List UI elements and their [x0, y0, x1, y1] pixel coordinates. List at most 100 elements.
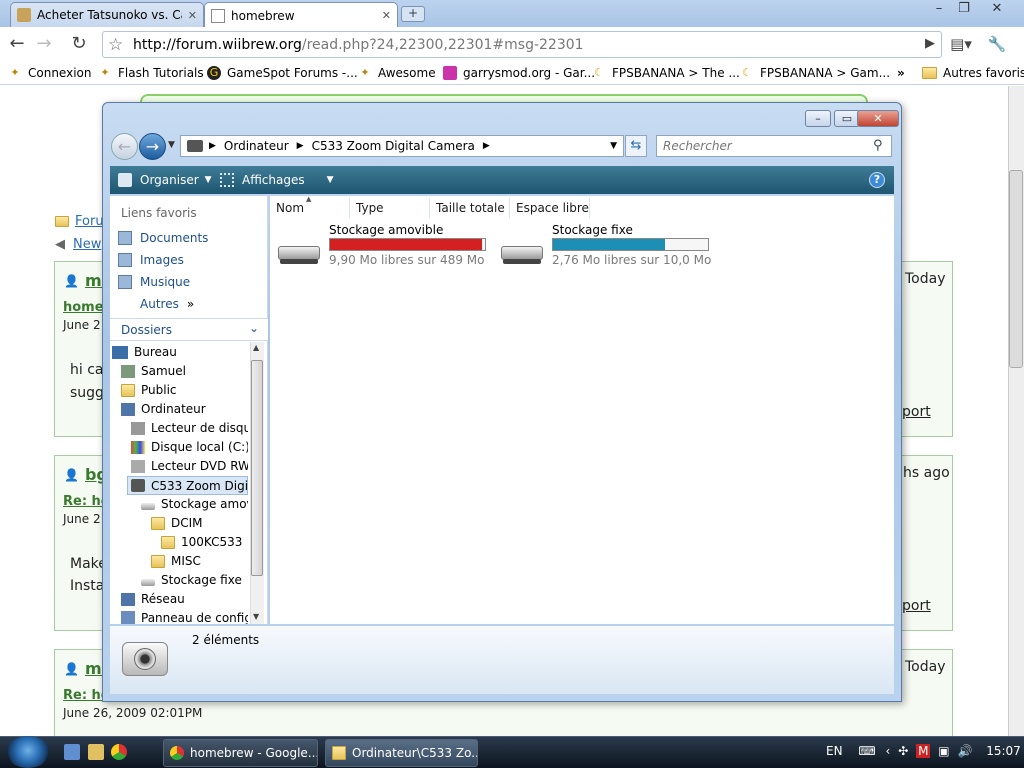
explorer-back-icon[interactable]: ←: [111, 133, 138, 160]
tree-scroll-thumb[interactable]: [251, 360, 263, 576]
help-icon[interactable]: ?: [869, 172, 885, 188]
tree-item-camera[interactable]: C533 Zoom Digital: [127, 476, 248, 495]
tree-item-misc[interactable]: MISC: [151, 554, 248, 568]
address-bar[interactable]: ☆ http://forum.wiibrew.org/read.php?24,2…: [102, 31, 942, 58]
tree-item-fixed[interactable]: Stockage fixe: [141, 573, 248, 587]
organize-button[interactable]: Organiser ▼: [118, 173, 212, 187]
address-dropdown-icon[interactable]: ▼: [610, 141, 617, 151]
favorite-images[interactable]: Images: [118, 253, 184, 267]
fixed-drive-icon[interactable]: [499, 242, 545, 266]
bookmark-item[interactable]: ✦ Connexion: [8, 66, 91, 80]
page-menu-icon[interactable]: ▤▾: [950, 34, 972, 56]
refresh-icon[interactable]: ⇆: [625, 135, 647, 157]
removable-drive-icon[interactable]: [276, 242, 322, 266]
page-scroll-thumb[interactable]: [1009, 170, 1023, 368]
other-bookmarks[interactable]: Autres favoris: [922, 66, 1024, 80]
tree-item-bureau[interactable]: Bureau: [112, 345, 248, 359]
dvd-drive-icon: [131, 459, 145, 473]
explorer-address-bar[interactable]: ▶ Ordinateur ▶ C533 Zoom Digital Camera …: [180, 135, 624, 157]
tree-item-control-panel[interactable]: Panneau de configu: [121, 611, 248, 624]
show-desktop-icon[interactable]: [64, 744, 80, 760]
column-header-type[interactable]: Type: [350, 198, 430, 218]
history-dropdown-icon[interactable]: ▼: [168, 140, 175, 150]
language-indicator[interactable]: EN: [826, 744, 843, 758]
volume-icon[interactable]: 🔊: [957, 744, 972, 758]
post-author[interactable]: 👤 mi: [64, 271, 107, 290]
tree-item-samuel[interactable]: Samuel: [121, 364, 248, 378]
minimize-icon[interactable]: –: [928, 2, 950, 18]
reload-icon[interactable]: ↻: [68, 34, 90, 56]
views-button[interactable]: Affichages ▼: [220, 173, 334, 187]
bookmark-item[interactable]: G GameSpot Forums -...: [207, 66, 358, 80]
post-author[interactable]: 👤 mi: [64, 659, 107, 678]
close-window-icon[interactable]: ✕: [986, 2, 1008, 18]
explorer-forward-icon[interactable]: →: [139, 133, 166, 160]
breadcrumb-camera[interactable]: C533 Zoom Digital Camera: [312, 139, 475, 153]
bookmarks-overflow-chevron[interactable]: »: [897, 66, 905, 80]
scroll-down-icon[interactable]: ▼: [253, 612, 259, 621]
taskbar-chrome[interactable]: homebrew - Google...: [163, 739, 318, 767]
search-input[interactable]: Rechercher: [656, 135, 892, 157]
star-icon[interactable]: ☆: [108, 35, 123, 55]
start-button[interactable]: [6, 736, 50, 768]
tree-item-removable[interactable]: Stockage amovib: [141, 497, 248, 511]
tray-app-icon[interactable]: M: [916, 744, 931, 758]
tree-item-100kc533[interactable]: 100KC533: [161, 535, 248, 549]
maximize-icon[interactable]: ❐: [953, 2, 975, 18]
tree-item-public[interactable]: Public: [121, 383, 248, 397]
url-text: http://forum.wiibrew.org/read.php?24,223…: [133, 37, 584, 53]
favorite-music[interactable]: Musique: [118, 275, 190, 289]
favorite-documents[interactable]: Documents: [118, 231, 208, 245]
new-tab-button[interactable]: +: [401, 6, 425, 22]
clock[interactable]: 15:07: [986, 744, 1021, 758]
breadcrumb-new[interactable]: ◀ New: [55, 237, 101, 252]
breadcrumb-forum[interactable]: Foru: [55, 214, 104, 229]
bookmark-item[interactable]: ✦ Flash Tutorials: [98, 66, 203, 80]
chevron-down-icon[interactable]: ⌄: [249, 321, 259, 335]
tree-item-floppy[interactable]: Lecteur de disquet: [131, 421, 248, 435]
back-arrow-icon[interactable]: ←: [6, 34, 28, 56]
tray-tool-icon[interactable]: ✣: [898, 744, 908, 758]
network-tray-icon[interactable]: ▣: [938, 744, 949, 758]
tree-item-dvd[interactable]: Lecteur DVD RW (D: [131, 459, 248, 473]
breadcrumb-separator-icon[interactable]: ▶: [209, 141, 216, 151]
chevron-left-icon[interactable]: ‹: [886, 744, 891, 758]
computer-icon: [121, 402, 135, 416]
breadcrumb-separator-icon[interactable]: ▶: [297, 141, 304, 151]
documents-icon: [118, 231, 132, 245]
bookmark-item[interactable]: garrysmod.org - Gar...: [443, 66, 595, 80]
close-tab-icon[interactable]: ✕: [382, 9, 391, 22]
tree-item-dcim[interactable]: DCIM: [151, 516, 248, 530]
keyboard-icon[interactable]: ⌨: [858, 744, 875, 758]
explorer-close-icon[interactable]: ✕: [857, 110, 899, 127]
report-link[interactable]: port: [902, 404, 931, 420]
scroll-up-icon[interactable]: ▲: [253, 343, 259, 352]
tree-item-network[interactable]: Réseau: [121, 592, 248, 606]
search-icon[interactable]: ⚲: [873, 138, 883, 153]
breadcrumb-ordinateur[interactable]: Ordinateur: [224, 139, 289, 153]
wrench-icon[interactable]: 🔧: [986, 34, 1008, 56]
folder-icon: [151, 516, 165, 530]
tab-homebrew[interactable]: homebrew ✕: [204, 2, 398, 28]
favorites-more[interactable]: Autres»: [140, 297, 194, 311]
device-name[interactable]: Stockage fixe: [552, 223, 633, 237]
breadcrumb-separator-icon[interactable]: ▶: [483, 141, 490, 151]
bookmark-item[interactable]: ☾ FPSBANANA > The ...: [592, 66, 740, 80]
switch-windows-icon[interactable]: [88, 744, 104, 760]
device-name[interactable]: Stockage amovible: [329, 223, 443, 237]
column-header-total-size[interactable]: Taille totale: [430, 198, 510, 218]
tree-item-ordinateur[interactable]: Ordinateur: [121, 402, 248, 416]
bookmark-item[interactable]: ☾ FPSBANANA > Gam...: [740, 66, 890, 80]
forward-arrow-icon[interactable]: →: [33, 34, 55, 56]
go-arrow-icon[interactable]: ▶: [925, 36, 935, 51]
report-link[interactable]: port: [902, 598, 931, 614]
explorer-minimize-icon[interactable]: –: [805, 110, 831, 127]
tree-item-local-disk[interactable]: Disque local (C:): [131, 440, 248, 454]
close-tab-icon[interactable]: ✕: [188, 9, 197, 22]
tab-tatsunoko[interactable]: Acheter Tatsunoko vs. Ca ✕: [10, 2, 204, 27]
column-header-free-space[interactable]: Espace libre: [510, 198, 590, 218]
post-time: Today: [905, 659, 946, 675]
bookmark-item[interactable]: ✦ Awesome: [358, 66, 435, 80]
taskbar-explorer[interactable]: Ordinateur\C533 Zo...: [325, 739, 478, 767]
chrome-quicklaunch-icon[interactable]: [111, 744, 127, 760]
